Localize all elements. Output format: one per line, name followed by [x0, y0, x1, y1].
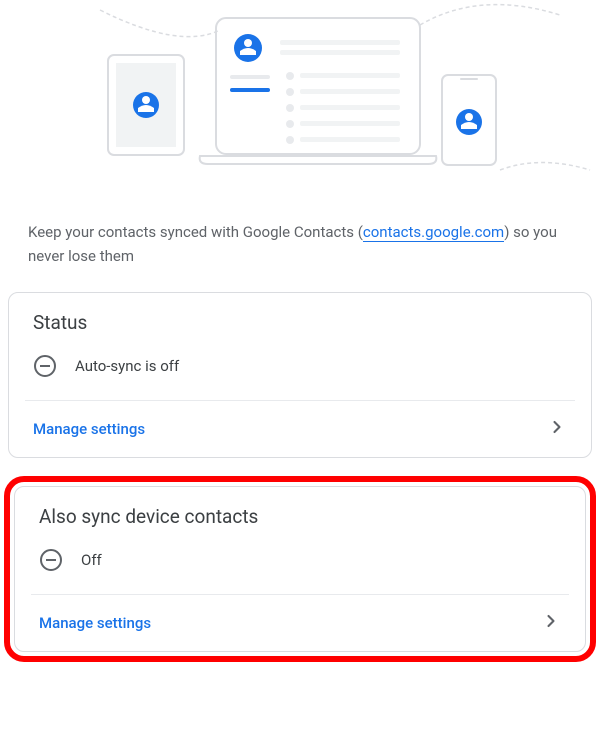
status-row: Auto-sync is off [9, 346, 591, 400]
chevron-right-icon [547, 417, 567, 441]
sync-description: Keep your contacts synced with Google Co… [0, 200, 600, 292]
manage-settings-button[interactable]: Manage settings [9, 401, 591, 457]
device-status-text: Off [81, 551, 102, 569]
device-contacts-card: Also sync device contacts Off Manage set… [14, 486, 586, 652]
status-text: Auto-sync is off [75, 357, 179, 375]
description-text-before: Keep your contacts synced with Google Co… [28, 223, 363, 241]
sync-illustration [0, 0, 600, 200]
sync-off-icon [33, 354, 57, 378]
highlighted-section: Also sync device contacts Off Manage set… [4, 476, 596, 662]
device-manage-settings-button[interactable]: Manage settings [15, 595, 585, 651]
device-manage-settings-label: Manage settings [39, 614, 151, 632]
sync-off-icon [39, 548, 63, 572]
chevron-right-icon [541, 611, 561, 635]
status-card-title: Status [9, 293, 591, 346]
manage-settings-label: Manage settings [33, 420, 145, 438]
status-card: Status Auto-sync is off Manage settings [8, 292, 592, 458]
contacts-link[interactable]: contacts.google.com [363, 223, 504, 242]
device-contacts-title: Also sync device contacts [15, 487, 585, 540]
device-status-row: Off [15, 540, 585, 594]
